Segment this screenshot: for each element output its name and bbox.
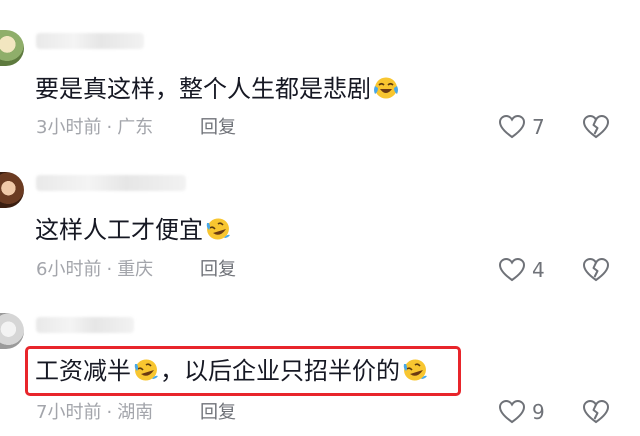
broken-heart-icon[interactable] [582, 257, 610, 283]
comment-location: 广东 [117, 117, 154, 138]
laughing-crying-emoji-icon [374, 77, 398, 99]
comment-location: 湖南 [117, 402, 154, 423]
comment-time: 3小时前 [36, 117, 102, 138]
comment-body: 要是真这样，整个人生都是悲剧 [35, 75, 371, 103]
comment-time: 6小时前 [36, 259, 102, 280]
broken-heart-icon[interactable] [582, 114, 610, 140]
like-count: 4 [532, 258, 545, 282]
rolling-laughing-emoji-icon [206, 218, 230, 240]
comment-meta: 6小时前 · 重庆 回复 [36, 259, 236, 281]
reply-button[interactable]: 回复 [200, 117, 236, 139]
comment-location: 重庆 [117, 259, 154, 280]
broken-heart-icon[interactable] [582, 399, 610, 425]
comment-meta: 7小时前 · 湖南 回复 [36, 402, 236, 424]
username-blurred[interactable] [36, 33, 144, 49]
heart-icon [498, 257, 526, 282]
avatar[interactable] [0, 172, 24, 208]
like-count: 7 [532, 115, 545, 139]
comment-meta: 3小时前 · 广东 回复 [36, 117, 236, 139]
comment-text: 工资减半 ，以后企业只招半价的 [35, 356, 429, 386]
previous-comment-partial [0, 0, 640, 10]
like-button[interactable]: 4 [498, 256, 545, 284]
like-button[interactable]: 9 [498, 398, 545, 426]
rolling-laughing-emoji-icon [134, 359, 158, 381]
comment-text: 要是真这样，整个人生都是悲剧 [35, 74, 400, 104]
like-count: 9 [532, 400, 545, 424]
meta-separator: · [106, 259, 113, 280]
username-blurred[interactable] [36, 317, 134, 333]
like-button[interactable]: 7 [498, 113, 545, 141]
rolling-laughing-emoji-icon [403, 359, 427, 381]
heart-icon [498, 399, 526, 424]
comment-body-part2: ，以后企业只招半价的 [160, 357, 400, 385]
comment-body-part1: 工资减半 [35, 357, 131, 385]
meta-separator: · [106, 402, 113, 423]
reply-button[interactable]: 回复 [200, 259, 236, 281]
heart-icon [498, 114, 526, 139]
comment-text: 这样人工才便宜 [35, 215, 232, 245]
username-blurred[interactable] [36, 175, 186, 191]
avatar[interactable] [0, 313, 24, 349]
meta-separator: · [106, 117, 113, 138]
comment-time: 7小时前 [36, 402, 102, 423]
comment-body: 这样人工才便宜 [35, 216, 203, 244]
avatar[interactable] [0, 30, 24, 66]
reply-button[interactable]: 回复 [200, 402, 236, 424]
